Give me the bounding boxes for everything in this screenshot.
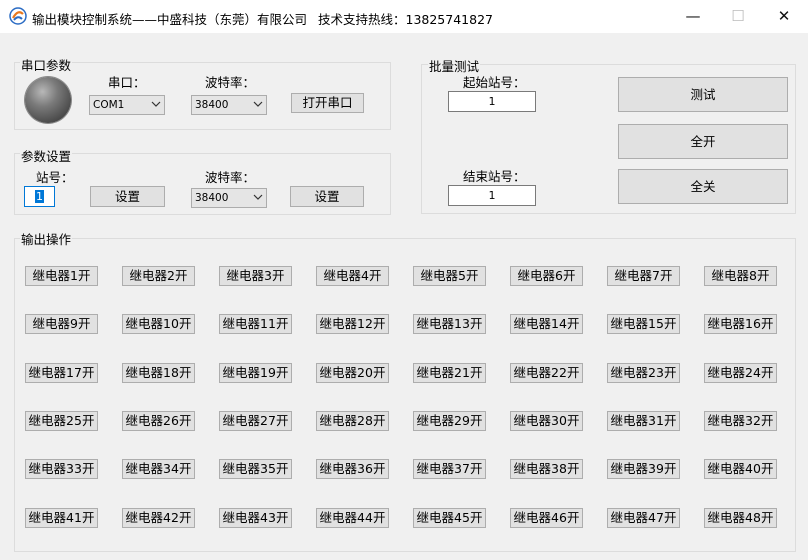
relay-button-9[interactable]: 继电器9开	[25, 314, 98, 335]
maximize-button: ☐	[731, 7, 745, 25]
open-port-button[interactable]: 打开串口	[291, 93, 364, 113]
station-input-value: 1	[35, 190, 44, 203]
relay-button-16[interactable]: 继电器16开	[704, 314, 777, 335]
relay-button-36[interactable]: 继电器36开	[316, 459, 389, 480]
relay-button-37[interactable]: 继电器37开	[413, 459, 486, 480]
end-station-label: 结束站号：	[463, 169, 526, 184]
relay-button-17[interactable]: 继电器17开	[25, 362, 98, 383]
relay-button-25[interactable]: 继电器25开	[25, 410, 98, 431]
relay-button-28[interactable]: 继电器28开	[316, 410, 389, 431]
port-label: 串口：	[108, 75, 146, 90]
relay-button-31[interactable]: 继电器31开	[607, 410, 680, 431]
relay-button-47[interactable]: 继电器47开	[607, 507, 680, 528]
all-on-button[interactable]: 全开	[618, 124, 788, 159]
chevron-down-icon	[253, 101, 263, 107]
relay-button-42[interactable]: 继电器42开	[122, 507, 195, 528]
relay-button-21[interactable]: 继电器21开	[413, 362, 486, 383]
serial-baud-value: 38400	[195, 99, 229, 111]
relay-button-41[interactable]: 继电器41开	[25, 507, 98, 528]
relay-button-8[interactable]: 继电器8开	[704, 266, 777, 286]
relay-button-5[interactable]: 继电器5开	[413, 266, 486, 286]
relay-button-40[interactable]: 继电器40开	[704, 459, 777, 480]
set-baud-button[interactable]: 设置	[290, 186, 364, 207]
relay-button-43[interactable]: 继电器43开	[219, 507, 292, 528]
relay-button-32[interactable]: 继电器32开	[704, 410, 777, 431]
relay-button-13[interactable]: 继电器13开	[413, 314, 486, 335]
relay-button-1[interactable]: 继电器1开	[25, 266, 98, 286]
port-select-value: COM1	[93, 99, 125, 111]
title-bar[interactable]: 输出模块控制系统——中盛科技（东莞）有限公司 技术支持热线：1382574182…	[0, 0, 808, 33]
window-title: 输出模块控制系统——中盛科技（东莞）有限公司	[32, 12, 308, 27]
relay-button-12[interactable]: 继电器12开	[316, 314, 389, 335]
station-label: 站号：	[36, 170, 74, 185]
start-station-label: 起始站号：	[463, 75, 526, 90]
relay-button-11[interactable]: 继电器11开	[219, 314, 292, 335]
relay-button-2[interactable]: 继电器2开	[122, 266, 195, 286]
relay-button-3[interactable]: 继电器3开	[219, 266, 292, 286]
param-baud-select[interactable]: 38400	[191, 188, 267, 208]
test-button[interactable]: 测试	[618, 77, 788, 112]
station-input[interactable]: 1	[24, 186, 55, 207]
relay-button-24[interactable]: 继电器24开	[704, 362, 777, 383]
relay-button-44[interactable]: 继电器44开	[316, 507, 389, 528]
relay-button-6[interactable]: 继电器6开	[510, 266, 583, 286]
support-hotline: 技术支持热线：13825741827	[318, 12, 493, 27]
relay-button-4[interactable]: 继电器4开	[316, 266, 389, 286]
app-logo-icon	[9, 7, 27, 25]
start-station-input[interactable]: 1	[448, 91, 536, 112]
close-button[interactable]: ✕	[761, 0, 807, 33]
relay-button-19[interactable]: 继电器19开	[219, 362, 292, 383]
relay-button-33[interactable]: 继电器33开	[25, 459, 98, 480]
relay-button-23[interactable]: 继电器23开	[607, 362, 680, 383]
minimize-button[interactable]: —	[670, 0, 716, 33]
serial-baud-select[interactable]: 38400	[191, 95, 267, 115]
serial-params-title: 串口参数	[20, 55, 73, 74]
relay-button-20[interactable]: 继电器20开	[316, 362, 389, 383]
relay-button-27[interactable]: 继电器27开	[219, 410, 292, 431]
relay-button-35[interactable]: 继电器35开	[219, 459, 292, 480]
relay-button-45[interactable]: 继电器45开	[413, 507, 486, 528]
output-ops-title: 输出操作	[20, 229, 73, 248]
serial-baud-label: 波特率：	[205, 75, 256, 90]
param-baud-label: 波特率：	[205, 170, 256, 185]
relay-button-46[interactable]: 继电器46开	[510, 507, 583, 528]
port-select[interactable]: COM1	[89, 95, 165, 115]
param-settings-title: 参数设置	[20, 146, 73, 165]
relay-button-15[interactable]: 继电器15开	[607, 314, 680, 335]
all-off-button[interactable]: 全关	[618, 169, 788, 204]
relay-button-22[interactable]: 继电器22开	[510, 362, 583, 383]
relay-button-7[interactable]: 继电器7开	[607, 266, 680, 286]
relay-button-30[interactable]: 继电器30开	[510, 410, 583, 431]
relay-button-14[interactable]: 继电器14开	[510, 314, 583, 335]
relay-button-26[interactable]: 继电器26开	[122, 410, 195, 431]
relay-button-39[interactable]: 继电器39开	[607, 459, 680, 480]
relay-button-18[interactable]: 继电器18开	[122, 362, 195, 383]
relay-button-48[interactable]: 继电器48开	[704, 507, 777, 528]
relay-button-29[interactable]: 继电器29开	[413, 410, 486, 431]
param-baud-value: 38400	[195, 192, 229, 204]
status-led-icon	[25, 77, 71, 123]
relay-button-38[interactable]: 继电器38开	[510, 459, 583, 480]
end-station-input[interactable]: 1	[448, 185, 536, 206]
relay-button-10[interactable]: 继电器10开	[122, 314, 195, 335]
chevron-down-icon	[253, 194, 263, 200]
relay-button-34[interactable]: 继电器34开	[122, 459, 195, 480]
set-station-button[interactable]: 设置	[90, 186, 165, 207]
chevron-down-icon	[151, 101, 161, 107]
